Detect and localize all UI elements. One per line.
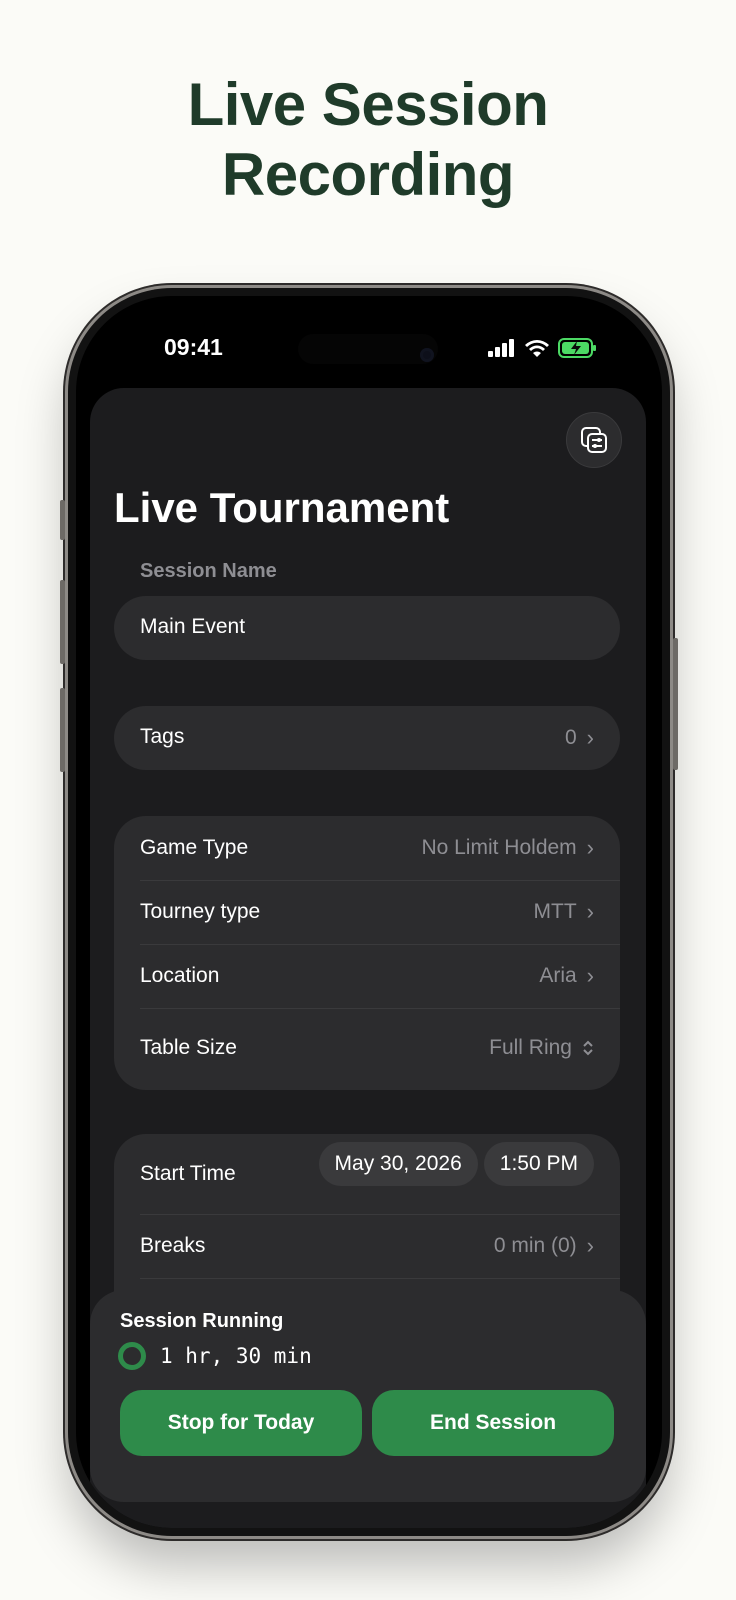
row-location[interactable]: Location Aria › [140, 944, 594, 1008]
phone-screen: 09:41 Live Tournament Session Name Main … [76, 296, 662, 1528]
location-label: Location [140, 964, 220, 987]
chevron-right-icon: › [586, 835, 594, 860]
session-name-value: Main Event [140, 615, 246, 638]
chevron-right-icon: › [586, 725, 594, 750]
breaks-value-wrap: 0 min (0) › [494, 1214, 594, 1278]
chevron-up-down-icon [583, 1040, 593, 1056]
row-table-size[interactable]: Table Size Full Ring [140, 1016, 594, 1080]
volume-down-button [60, 688, 65, 772]
end-session-button[interactable]: End Session [372, 1390, 614, 1456]
cellular-signal-icon [488, 339, 514, 357]
headline-line-2: Recording [221, 141, 515, 208]
dynamic-island [298, 334, 438, 364]
page-title: Live Tournament [114, 484, 450, 531]
start-time-label: Start Time [140, 1162, 236, 1185]
game-type-value: No Limit Holdem [421, 836, 577, 859]
game-settings-group: Game Type No Limit Holdem › Tourney type… [114, 816, 620, 1090]
tags-value-wrap: 0 › [565, 725, 594, 751]
divider [140, 1008, 620, 1009]
table-size-value: Full Ring [489, 1036, 572, 1059]
tags-count: 0 [564, 726, 577, 749]
tags-row[interactable]: Tags 0 › [114, 706, 620, 770]
location-value: Aria [539, 964, 577, 987]
start-date-picker[interactable]: May 30, 2026 [318, 1142, 478, 1186]
status-icons [488, 338, 598, 358]
tourney-type-value: MTT [533, 900, 577, 923]
tourney-type-label: Tourney type [140, 900, 261, 923]
tags-label: Tags [140, 725, 185, 748]
session-name-label: Session Name [140, 560, 277, 582]
phone-frame: 09:41 Live Tournament Session Name Main … [60, 288, 678, 1536]
row-game-type[interactable]: Game Type No Limit Holdem › [140, 816, 594, 880]
page-headline: Live Session Recording [0, 70, 736, 210]
row-breaks[interactable]: Breaks 0 min (0) › [140, 1214, 594, 1278]
session-running-title: Session Running [120, 1310, 284, 1332]
front-camera [420, 348, 434, 362]
headline-line-1: Live Session [187, 71, 549, 138]
row-tourney-type[interactable]: Tourney type MTT › [140, 880, 594, 944]
session-name-field[interactable]: Main Event [114, 596, 620, 660]
table-size-label: Table Size [140, 1036, 237, 1059]
battery-charging-icon [558, 338, 596, 358]
chevron-right-icon: › [586, 1233, 594, 1258]
breaks-value: 0 min (0) [493, 1234, 577, 1257]
silent-switch [60, 500, 65, 540]
tourney-type-value-wrap: MTT › [534, 880, 594, 944]
stop-for-today-button[interactable]: Stop for Today [120, 1390, 362, 1456]
table-size-value-wrap: Full Ring [489, 1016, 594, 1080]
progress-ring-icon [118, 1342, 146, 1370]
game-type-value-wrap: No Limit Holdem › [421, 816, 594, 880]
game-type-label: Game Type [140, 836, 249, 859]
location-value-wrap: Aria › [539, 944, 594, 1008]
start-time-picker[interactable]: 1:50 PM [483, 1142, 594, 1186]
session-timer: 1 hr, 30 min [160, 1344, 312, 1368]
start-time-pickers: May 30, 2026 1:50 PM [318, 1142, 594, 1186]
chevron-right-icon: › [586, 963, 594, 988]
breaks-label: Breaks [140, 1234, 206, 1257]
power-button [673, 638, 678, 770]
divider [140, 1278, 620, 1279]
status-time: 09:41 [164, 334, 223, 360]
filter-settings-button[interactable] [566, 412, 622, 468]
settings-icon [581, 427, 607, 453]
timer-row: 1 hr, 30 min [118, 1342, 312, 1370]
volume-up-button [60, 580, 65, 664]
row-start-time: Start Time May 30, 2026 1:50 PM [140, 1142, 594, 1206]
session-running-bar: Session Running 1 hr, 30 min Stop for To… [90, 1290, 646, 1502]
chevron-right-icon: › [586, 899, 594, 924]
wifi-icon [525, 339, 549, 357]
